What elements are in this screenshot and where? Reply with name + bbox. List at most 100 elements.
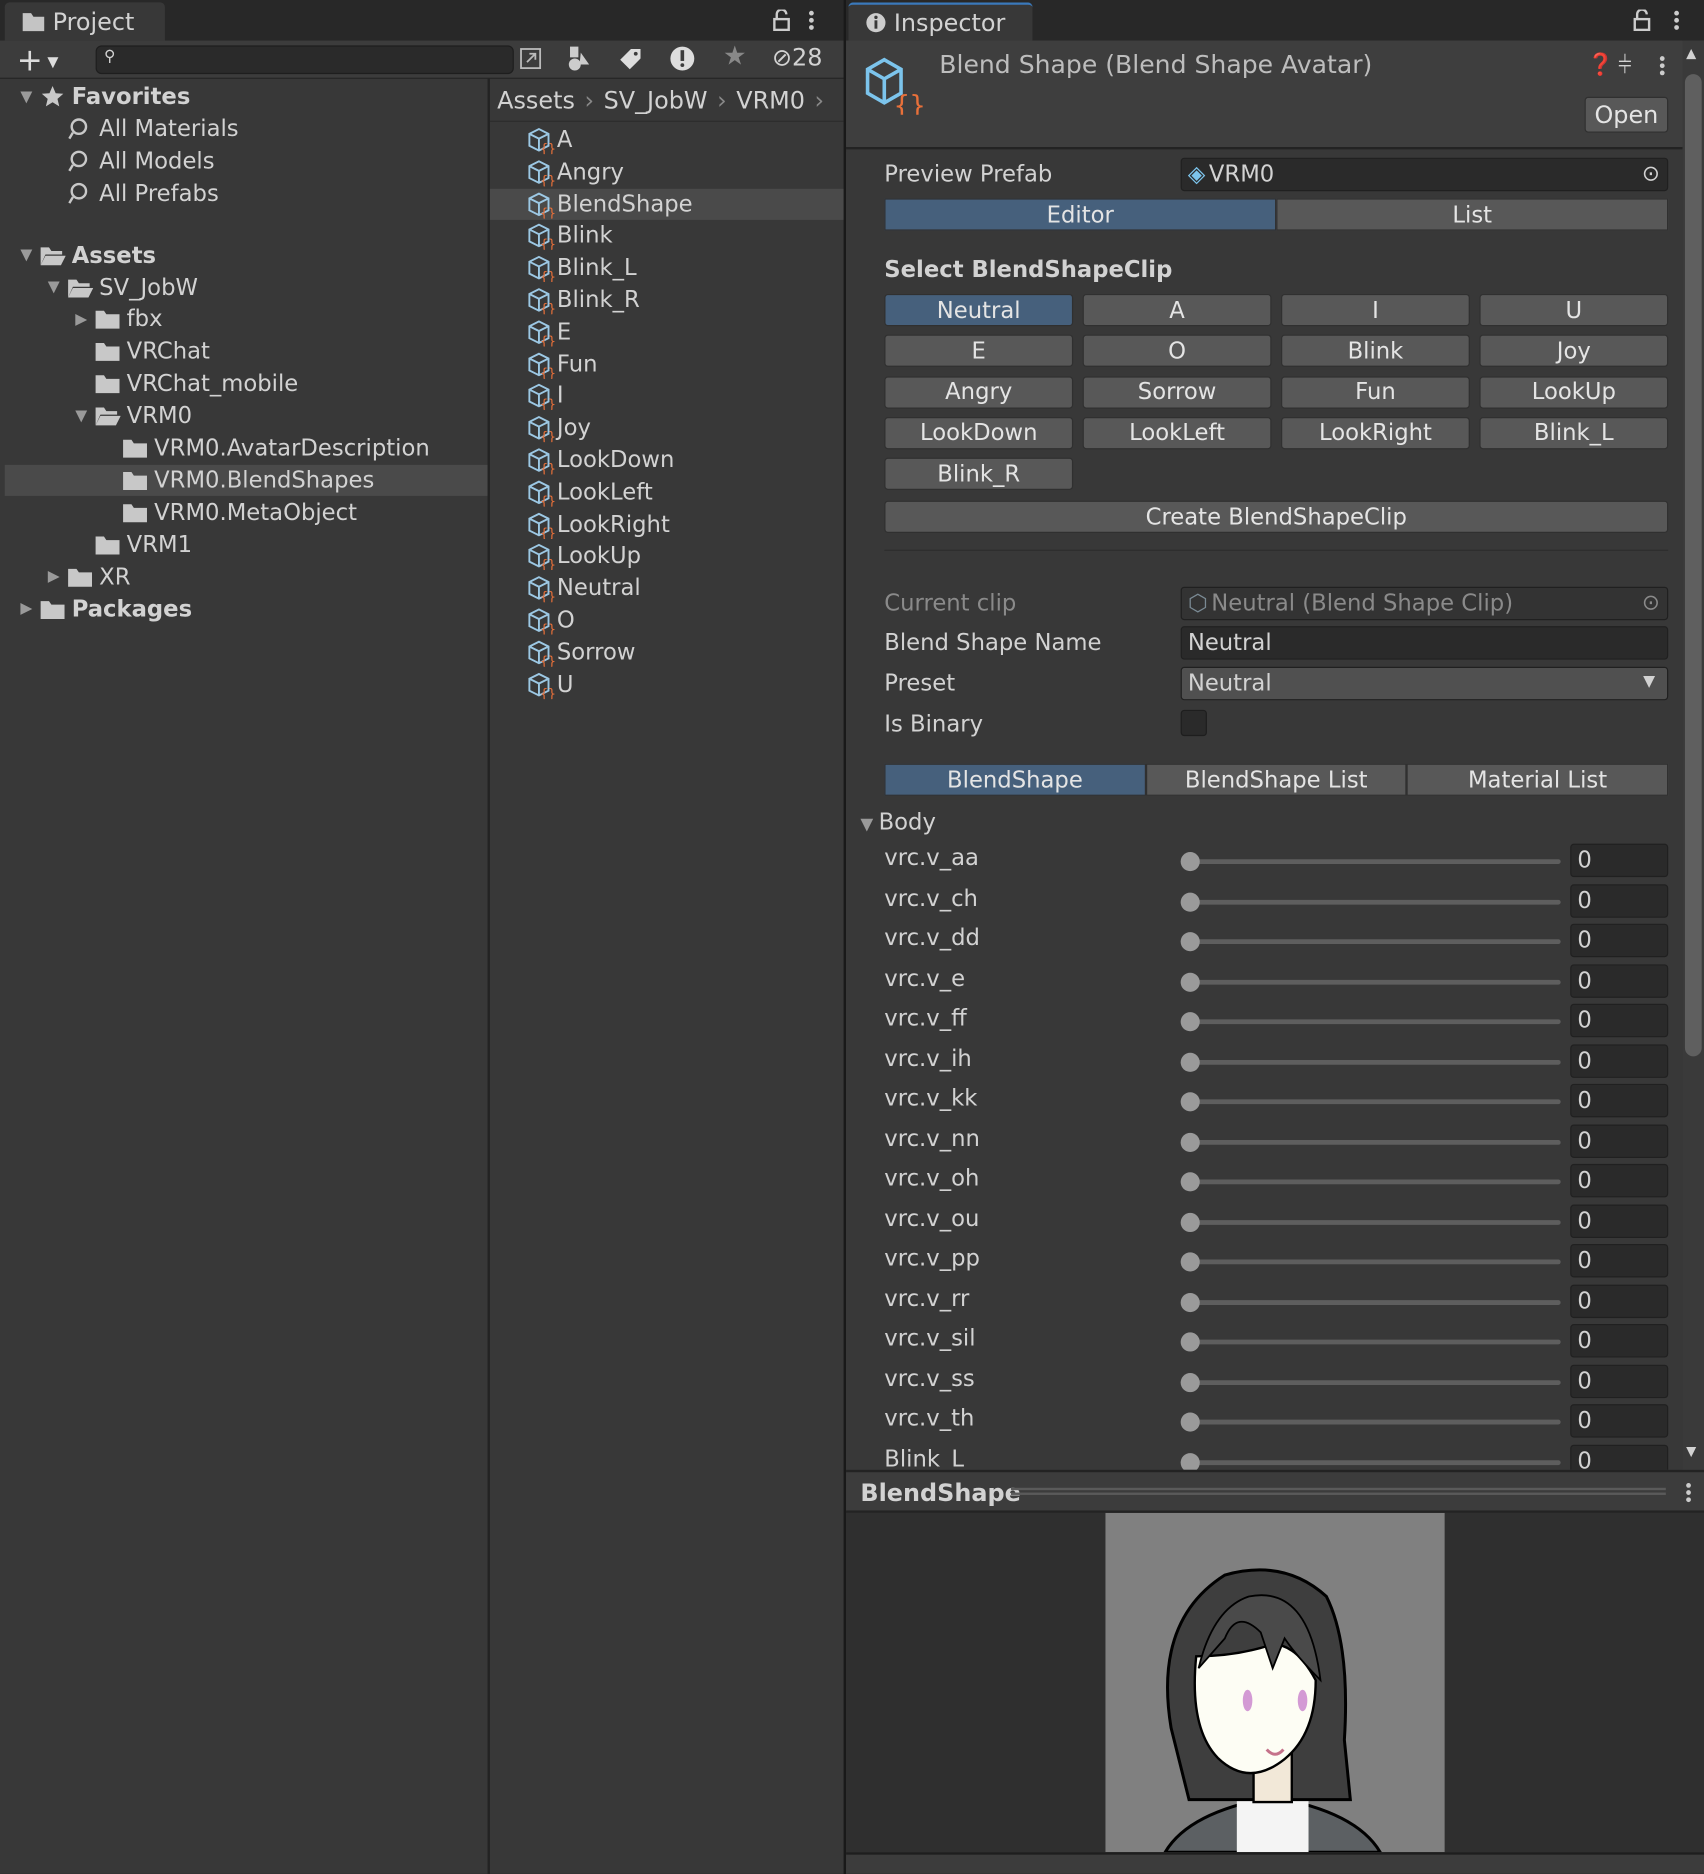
foldout-arrow-icon[interactable]: ▼ bbox=[14, 246, 38, 264]
slider-handle[interactable] bbox=[1180, 932, 1200, 952]
slider-handle[interactable] bbox=[1180, 1252, 1200, 1272]
more-icon[interactable] bbox=[1673, 10, 1680, 32]
asset-item[interactable]: {} O bbox=[490, 605, 844, 636]
hidden-packages-toggle[interactable]: ⊘28 bbox=[772, 43, 822, 72]
tree-item-assets[interactable]: ▼ Assets bbox=[5, 240, 488, 271]
inspector-scrollbar[interactable]: ▲ ▼ bbox=[1682, 40, 1704, 1470]
blendshape-value-input[interactable]: 0 bbox=[1570, 1163, 1669, 1198]
asset-item[interactable]: {} Fun bbox=[490, 348, 844, 379]
sub-tab-blendshape[interactable]: BlendShape bbox=[884, 763, 1146, 796]
clip-button-u[interactable]: U bbox=[1479, 293, 1669, 327]
lock-icon[interactable] bbox=[772, 9, 791, 32]
asset-item[interactable]: {} Blink_R bbox=[490, 284, 844, 315]
tab-project[interactable]: Project bbox=[4, 2, 165, 41]
tree-item-vrm1[interactable]: VRM1 bbox=[5, 529, 488, 560]
slider-handle[interactable] bbox=[1180, 1052, 1200, 1072]
tree-item-vrchat[interactable]: VRChat bbox=[5, 336, 488, 367]
tree-item-favorites[interactable]: ▼ Favorites bbox=[5, 81, 488, 112]
clip-button-neutral[interactable]: Neutral bbox=[884, 293, 1074, 327]
object-picker-icon[interactable]: ⊙ bbox=[1642, 161, 1660, 186]
sub-tab-blendshape-list[interactable]: BlendShape List bbox=[1145, 763, 1407, 796]
tree-item-vrm0-blendshapes[interactable]: VRM0.BlendShapes bbox=[4, 464, 488, 496]
tree-item-vrchat-mobile[interactable]: VRChat_mobile bbox=[5, 368, 488, 399]
preview-prefab-field[interactable]: ◈ VRM0 ⊙ bbox=[1180, 157, 1669, 192]
tree-item-packages[interactable]: ▶ Packages bbox=[5, 593, 488, 624]
tab-inspector[interactable]: Inspector bbox=[848, 2, 1033, 41]
clip-button-lookleft[interactable]: LookLeft bbox=[1082, 416, 1272, 450]
clip-button-joy[interactable]: Joy bbox=[1479, 334, 1669, 368]
foldout-arrow-icon[interactable]: ▼ bbox=[14, 88, 38, 106]
slider-handle[interactable] bbox=[1180, 1412, 1200, 1432]
asset-item[interactable]: {} U bbox=[490, 669, 844, 700]
foldout-arrow-icon[interactable]: ▼ bbox=[69, 407, 93, 425]
slider-track[interactable] bbox=[1190, 1219, 1561, 1225]
tree-item-all-prefabs[interactable]: All Prefabs bbox=[5, 178, 488, 209]
tree-item-all-materials[interactable]: All Materials bbox=[5, 113, 488, 144]
asset-item[interactable]: {} Neutral bbox=[490, 573, 844, 604]
more-icon[interactable] bbox=[808, 10, 815, 32]
slider-track[interactable] bbox=[1190, 979, 1561, 985]
tree-item-fbx[interactable]: ▶ fbx bbox=[5, 304, 488, 335]
search-input[interactable]: ⚲ bbox=[95, 45, 514, 75]
create-plus-button[interactable]: + ▼ bbox=[17, 43, 59, 79]
slider-track[interactable] bbox=[1190, 1019, 1561, 1025]
clip-button-a[interactable]: A bbox=[1082, 293, 1272, 327]
slider-handle[interactable] bbox=[1180, 852, 1200, 872]
scroll-down-icon[interactable]: ▼ bbox=[1686, 1444, 1696, 1460]
tree-item-sv-jobw[interactable]: ▼ SV_JobW bbox=[5, 272, 488, 303]
preview-area[interactable] bbox=[846, 1512, 1704, 1853]
foldout-arrow-icon[interactable]: ▶ bbox=[42, 568, 66, 586]
slider-handle[interactable] bbox=[1180, 1012, 1200, 1032]
asset-item[interactable]: {} LookDown bbox=[490, 445, 844, 476]
more-icon[interactable] bbox=[1659, 55, 1666, 77]
slider-track[interactable] bbox=[1190, 1099, 1561, 1105]
asset-item[interactable]: {} E bbox=[490, 316, 844, 347]
tree-item-vrm0[interactable]: ▼ VRM0 bbox=[5, 400, 488, 431]
blendshape-value-input[interactable]: 0 bbox=[1570, 1444, 1669, 1470]
clip-button-lookright[interactable]: LookRight bbox=[1281, 416, 1470, 450]
foldout-arrow-icon[interactable]: ▶ bbox=[69, 311, 93, 329]
open-button[interactable]: Open bbox=[1584, 96, 1669, 133]
scrollbar-thumb[interactable] bbox=[1684, 74, 1702, 1057]
slider-handle[interactable] bbox=[1180, 1372, 1200, 1392]
foldout-arrow-icon[interactable]: ▶ bbox=[14, 600, 38, 618]
slider-handle[interactable] bbox=[1180, 972, 1200, 992]
tree-item-all-models[interactable]: All Models bbox=[5, 146, 488, 177]
blendshape-value-input[interactable]: 0 bbox=[1570, 1083, 1669, 1118]
blendshape-value-input[interactable]: 0 bbox=[1570, 1043, 1669, 1078]
slider-track[interactable] bbox=[1190, 1179, 1561, 1185]
preset-dropdown[interactable]: Neutral ▼ bbox=[1180, 666, 1669, 701]
blendshape-value-input[interactable]: 0 bbox=[1570, 1284, 1669, 1318]
favorite-star-icon[interactable]: ★ bbox=[723, 42, 747, 72]
asset-item[interactable]: {} Sorrow bbox=[490, 637, 844, 668]
slider-handle[interactable] bbox=[1180, 1172, 1200, 1192]
is-binary-checkbox[interactable] bbox=[1180, 709, 1207, 737]
blendshape-value-input[interactable]: 0 bbox=[1570, 1404, 1669, 1438]
asset-item[interactable]: {} Blink bbox=[490, 220, 844, 251]
slider-track[interactable] bbox=[1190, 1379, 1561, 1385]
filter-log-icon[interactable] bbox=[669, 45, 695, 71]
slider-track[interactable] bbox=[1190, 1259, 1561, 1265]
slider-track[interactable] bbox=[1190, 1459, 1561, 1465]
slider-handle[interactable] bbox=[1180, 1452, 1200, 1470]
slider-track[interactable] bbox=[1190, 1139, 1561, 1145]
asset-item[interactable]: {} Joy bbox=[490, 412, 844, 443]
create-blendshapeclip-button[interactable]: Create BlendShapeClip bbox=[884, 500, 1669, 533]
help-icon[interactable]: ❓ bbox=[1587, 53, 1614, 78]
clip-button-i[interactable]: I bbox=[1281, 293, 1470, 327]
slider-track[interactable] bbox=[1190, 1419, 1561, 1425]
clip-button-sorrow[interactable]: Sorrow bbox=[1082, 375, 1272, 409]
asset-item[interactable]: {} A bbox=[490, 124, 844, 155]
presets-icon[interactable]: ⫩ bbox=[1618, 50, 1632, 79]
blendshape-value-input[interactable]: 0 bbox=[1570, 883, 1669, 918]
asset-item[interactable]: {} LookLeft bbox=[490, 477, 844, 508]
asset-item[interactable]: {} I bbox=[490, 380, 844, 411]
breadcrumb-item[interactable]: VRM0 bbox=[736, 85, 805, 114]
clip-button-fun[interactable]: Fun bbox=[1281, 375, 1470, 409]
mode-tab-list[interactable]: List bbox=[1276, 198, 1669, 231]
blendshape-value-input[interactable]: 0 bbox=[1570, 1123, 1669, 1158]
asset-item[interactable]: {} Blink_L bbox=[490, 252, 844, 283]
filter-type-icon[interactable] bbox=[566, 45, 592, 71]
body-foldout[interactable]: ▼ Body bbox=[860, 809, 936, 835]
slider-track[interactable] bbox=[1190, 939, 1561, 945]
